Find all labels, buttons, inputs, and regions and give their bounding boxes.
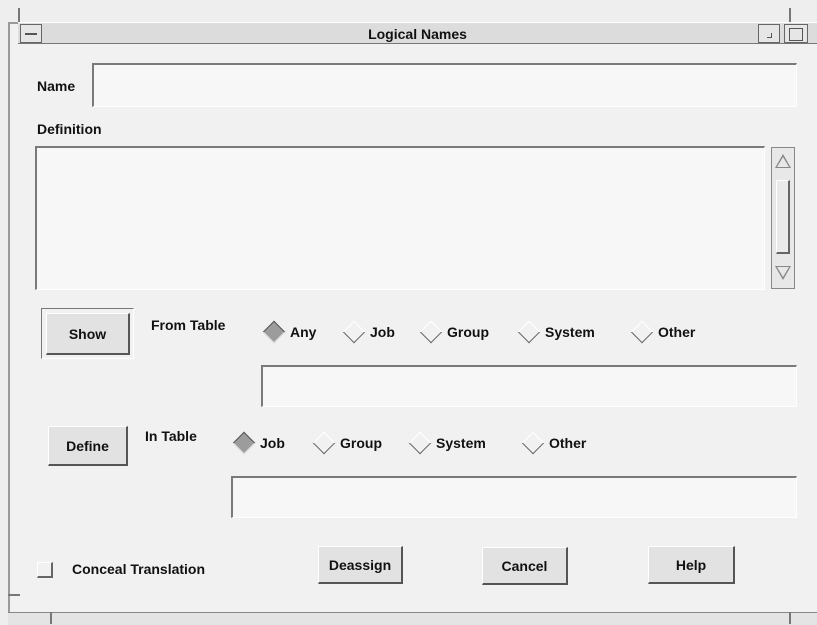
definition-textarea[interactable] (35, 146, 765, 290)
radio-in-system[interactable]: System (406, 431, 486, 455)
frame-corner-mark (50, 612, 52, 624)
radio-from-system[interactable]: System (515, 320, 595, 344)
radio-diamond-icon (517, 320, 541, 344)
radio-from-group[interactable]: Group (417, 320, 489, 344)
help-button[interactable]: Help (648, 546, 735, 584)
radio-from-any[interactable]: Any (260, 320, 316, 344)
define-button[interactable]: Define (48, 426, 128, 466)
deassign-button-label: Deassign (328, 557, 392, 573)
frame-corner-mark (8, 594, 20, 596)
radio-diamond-icon (312, 431, 336, 455)
radio-in-group[interactable]: Group (310, 431, 382, 455)
radio-diamond-icon (262, 320, 286, 344)
radio-label: Job (260, 435, 285, 451)
in-table-label: In Table (145, 428, 197, 444)
define-button-label: Define (66, 438, 109, 454)
maximize-button[interactable] (784, 24, 808, 43)
radio-diamond-icon (630, 320, 654, 344)
from-table-label: From Table (151, 317, 226, 333)
radio-label: System (436, 435, 486, 451)
radio-label: Group (447, 324, 489, 340)
radio-diamond-icon (408, 431, 432, 455)
radio-label: Group (340, 435, 382, 451)
radio-label: Job (370, 324, 395, 340)
definition-scrollbar[interactable] (771, 147, 795, 289)
name-label: Name (37, 78, 76, 94)
radio-label: Other (549, 435, 587, 451)
deassign-button[interactable]: Deassign (318, 546, 403, 584)
radio-diamond-icon (232, 431, 256, 455)
radio-in-job[interactable]: Job (230, 431, 285, 455)
radio-diamond-icon (521, 431, 545, 455)
title-bar[interactable]: Logical Names (18, 22, 817, 44)
show-button[interactable]: Show (46, 313, 130, 355)
scroll-down-icon-inner (777, 267, 789, 277)
radio-diamond-icon (342, 320, 366, 344)
radio-in-other[interactable]: Other (519, 431, 586, 455)
cancel-button-label: Cancel (501, 558, 548, 574)
radio-label: System (545, 324, 595, 340)
minimize-icon (767, 33, 772, 38)
conceal-translation-label: Conceal Translation (72, 561, 206, 577)
window-title: Logical Names (368, 26, 467, 42)
radio-diamond-icon (419, 320, 443, 344)
frame-corner-mark (789, 612, 791, 624)
scroll-thumb[interactable] (776, 180, 790, 254)
radio-label: Any (290, 324, 317, 340)
maximize-icon (789, 28, 803, 41)
radio-label: Other (658, 324, 696, 340)
conceal-translation-checkbox[interactable] (37, 562, 53, 578)
window-bottom-border[interactable] (8, 612, 817, 625)
in-table-input[interactable] (231, 476, 797, 518)
minimize-button[interactable] (758, 24, 780, 43)
radio-from-job[interactable]: Job (340, 320, 395, 344)
name-input[interactable] (92, 63, 797, 107)
show-button-label: Show (68, 326, 107, 342)
help-button-label: Help (675, 557, 707, 573)
definition-label: Definition (37, 121, 102, 137)
cancel-button[interactable]: Cancel (482, 547, 568, 585)
scroll-up-icon-inner (777, 157, 789, 167)
from-table-input[interactable] (261, 365, 797, 407)
radio-from-other[interactable]: Other (628, 320, 695, 344)
